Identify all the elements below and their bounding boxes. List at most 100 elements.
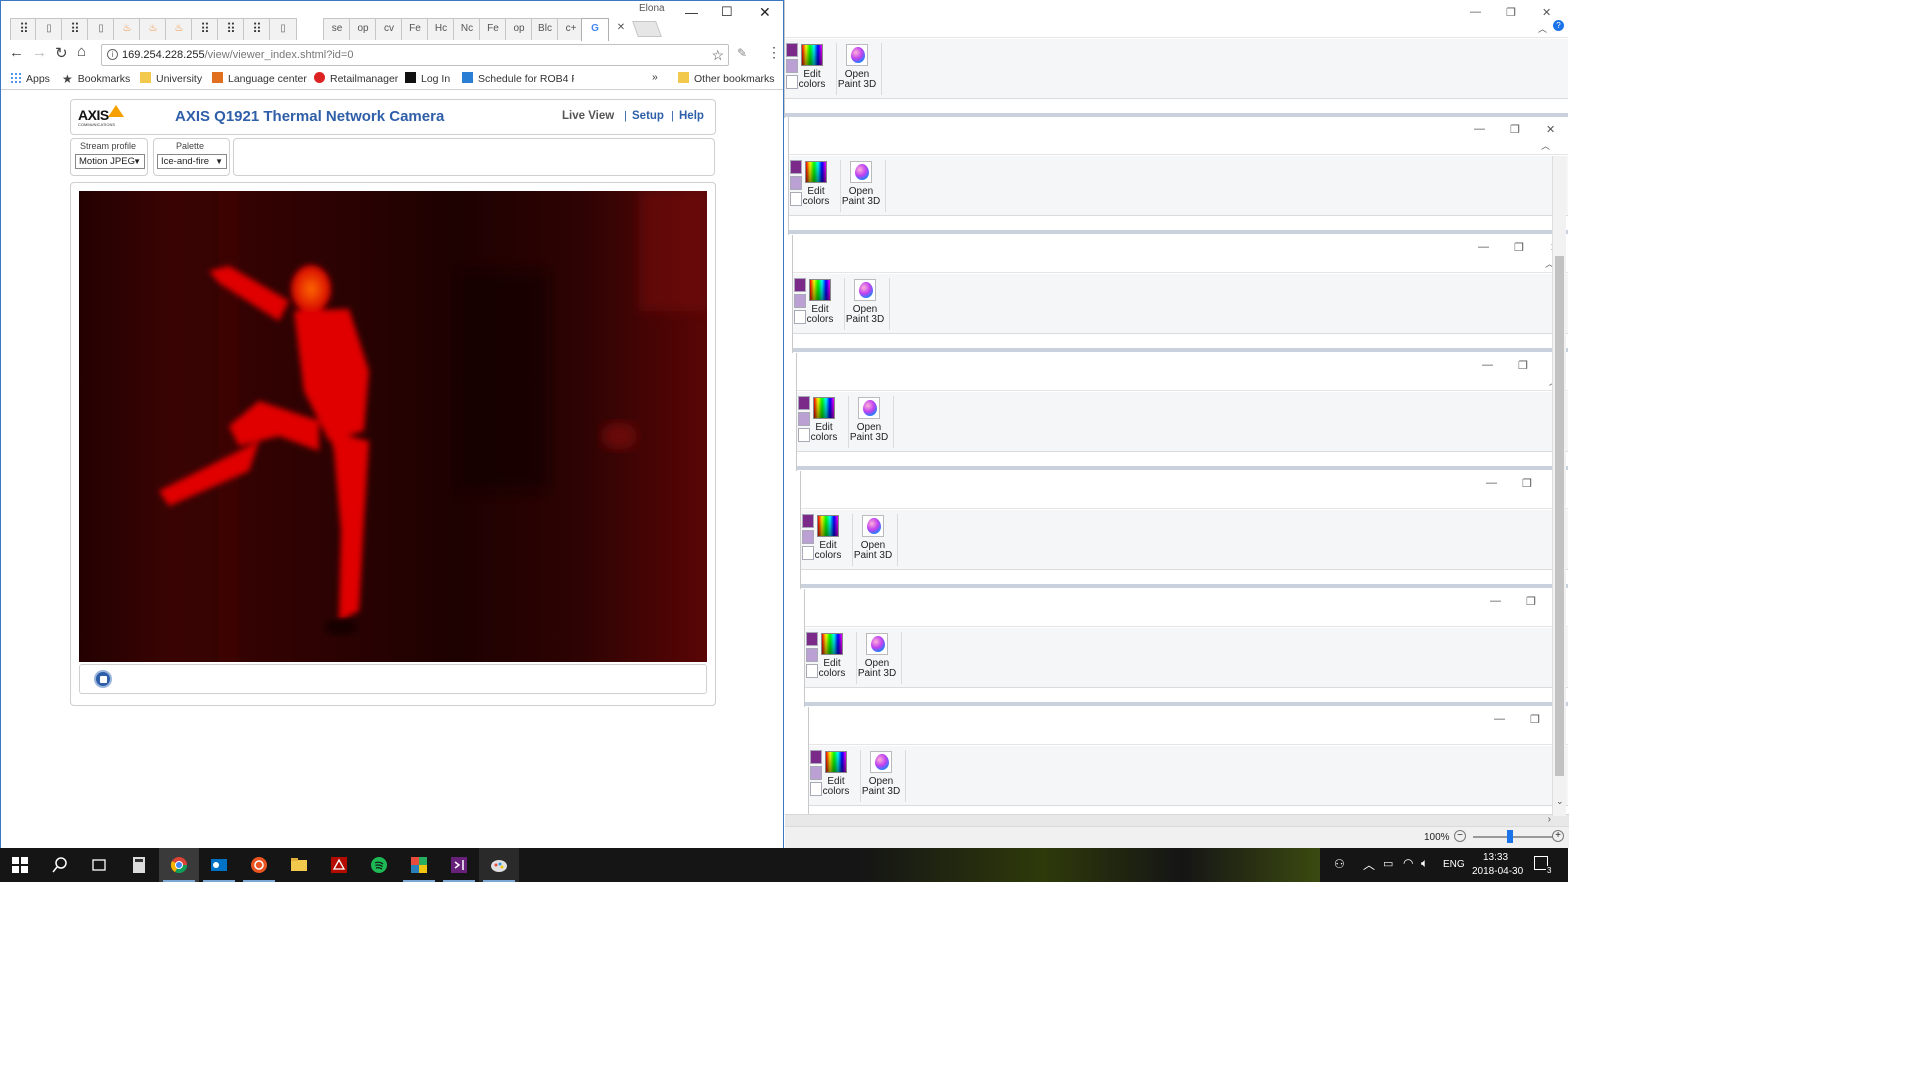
bookmark-retailmanager[interactable]: Retailmanager xyxy=(314,72,398,85)
taskbar-app-tiles[interactable] xyxy=(399,848,439,882)
browser-tab[interactable]: ♨ xyxy=(165,18,193,40)
browser-tab[interactable]: Fe xyxy=(401,18,429,40)
open-paint3d-button[interactable]: Open Paint 3D xyxy=(847,394,891,450)
paint-titlebar[interactable]: — ❐ ✕ ︿ xyxy=(793,235,1568,273)
paint-window-5[interactable]: — ❐ Edit colors Open Paint 3D xyxy=(800,471,1568,589)
paint-titlebar[interactable]: — ❐ xyxy=(809,707,1568,745)
clock-time[interactable]: 13:33 xyxy=(1483,852,1508,863)
reload-icon[interactable]: ↻ xyxy=(55,44,68,62)
battery-icon[interactable]: ▭ xyxy=(1383,857,1393,870)
taskbar-visual-studio[interactable] xyxy=(439,848,479,882)
browser-tab[interactable]: cv xyxy=(375,18,403,40)
paint-window-4[interactable]: — ❐ ︿ Editcolors OpenPaint 3D xyxy=(796,353,1568,471)
stop-button[interactable] xyxy=(94,670,112,688)
nav-live-view[interactable]: Live View xyxy=(562,110,614,122)
edit-colors-button[interactable]: Edit colors xyxy=(810,630,854,686)
taskbar-chrome[interactable] xyxy=(159,848,199,882)
taskbar-acrobat[interactable] xyxy=(319,848,359,882)
chrome-window[interactable]: ⠿ ▯ ⠿ ▯ ♨ ♨ ♨ ⠿ ⠿ ⠿ ▯ se op cv Fe Hc Nc Fe op Blc c+ G ✕ Elona… xyxy=(0,0,784,849)
taskbar-ubuntu[interactable] xyxy=(239,848,279,882)
start-button[interactable] xyxy=(0,848,40,882)
profile-name[interactable]: Elona xyxy=(639,3,665,14)
paint-titlebar[interactable]: — ❐ ✕ ︿ xyxy=(789,117,1568,155)
horizontal-scrollbar[interactable]: › xyxy=(785,814,1569,826)
info-icon[interactable]: i xyxy=(107,49,118,60)
zoom-in-button[interactable]: + xyxy=(1552,830,1564,842)
show-hidden-icons[interactable]: ︿ xyxy=(1363,856,1375,873)
forward-icon[interactable]: → xyxy=(32,44,47,61)
nav-help[interactable]: Help xyxy=(679,110,704,122)
open-paint3d-button[interactable]: Open Paint 3D xyxy=(835,41,879,97)
paint-titlebar[interactable]: — ❐ xyxy=(805,589,1568,627)
vertical-scrollbar[interactable]: ⌄ xyxy=(1552,156,1566,816)
close-button[interactable]: ✕ xyxy=(1546,123,1555,136)
browser-tab[interactable]: G xyxy=(581,18,609,41)
paint-window-6[interactable]: — ❐ Edit colors Open Paint 3D xyxy=(804,589,1568,707)
minimize-button[interactable]: — xyxy=(1490,595,1501,607)
collapse-ribbon-icon[interactable]: ︿ xyxy=(1538,22,1547,35)
menu-icon[interactable]: ⋮ xyxy=(767,44,781,61)
taskbar-outlook[interactable] xyxy=(199,848,239,882)
browser-tab[interactable]: ▯ xyxy=(87,18,115,40)
browser-tab[interactable]: ♨ xyxy=(113,18,141,40)
edit-colors-button[interactable]: Edit colors xyxy=(806,512,850,568)
browser-tab[interactable]: se xyxy=(323,18,351,40)
restore-button[interactable]: ❐ xyxy=(1510,123,1520,136)
open-paint3d-button[interactable]: Open Paint 3D xyxy=(859,748,903,804)
browser-tab[interactable]: Nc xyxy=(453,18,481,40)
thermal-video-stream[interactable] xyxy=(79,191,707,662)
minimize-button[interactable]: — xyxy=(1470,6,1481,18)
new-tab-button[interactable] xyxy=(632,21,662,37)
open-paint3d-button[interactable]: Open Paint 3D xyxy=(855,630,899,686)
address-bar[interactable]: i 169.254.228.255/view/viewer_index.shtm… xyxy=(101,44,729,66)
paint-titlebar[interactable]: — ❐ ︿ xyxy=(797,353,1568,391)
open-paint3d-button[interactable]: Open Paint 3D xyxy=(851,512,895,568)
browser-tab[interactable]: ⠿ xyxy=(243,18,271,40)
bookmark-language-center[interactable]: Language center xyxy=(212,72,307,85)
browser-tab[interactable]: op xyxy=(349,18,377,40)
paint-window-2[interactable]: — ❐ ✕ ︿ Edit colors Open Paint 3D xyxy=(788,117,1568,235)
zoom-out-button[interactable]: − xyxy=(1454,830,1466,842)
zoom-slider[interactable] xyxy=(1473,836,1553,838)
close-tab-icon[interactable]: ✕ xyxy=(607,18,635,40)
open-paint3d-button[interactable]: Open Paint 3D xyxy=(839,158,883,214)
stream-profile-select[interactable]: Motion JPEG ▼ xyxy=(75,154,145,169)
bookmark-bookmarks[interactable]: ★ Bookmarks xyxy=(62,72,130,86)
close-button[interactable]: ✕ xyxy=(759,4,771,21)
nav-setup[interactable]: Setup xyxy=(632,110,664,122)
browser-tab[interactable]: ⠿ xyxy=(61,18,89,40)
edit-colors-button[interactable]: Edit colors xyxy=(794,158,838,214)
restore-button[interactable]: ❐ xyxy=(1526,595,1536,608)
restore-button[interactable]: ❐ xyxy=(1522,477,1532,490)
minimize-button[interactable]: — xyxy=(1482,359,1493,371)
extension-icon[interactable]: ✎ xyxy=(737,46,751,60)
bookmark-log-in[interactable]: Log In xyxy=(405,72,450,85)
axis-logo[interactable]: AXIS COMMUNICATIONS xyxy=(78,105,130,129)
volume-icon[interactable]: 🔈︎ xyxy=(1421,856,1428,871)
browser-tab[interactable]: Blc xyxy=(531,18,559,40)
taskbar-calculator[interactable] xyxy=(119,848,159,882)
bookmark-star-icon[interactable]: ☆ xyxy=(711,45,724,65)
scroll-right-icon[interactable]: › xyxy=(1548,814,1551,825)
scrollbar-thumb[interactable] xyxy=(1555,256,1564,776)
paint-window-7[interactable]: — ❐ Edit colors Open Paint 3D › 100% − + xyxy=(785,707,1569,848)
browser-tab[interactable]: Hc xyxy=(427,18,455,40)
people-icon[interactable]: ⚇ xyxy=(1334,857,1345,871)
bookmarks-overflow-icon[interactable]: » xyxy=(652,71,658,83)
paint-titlebar[interactable]: — ❐ ✕ ︿ ? xyxy=(785,0,1568,38)
restore-button[interactable]: ❐ xyxy=(1518,359,1528,372)
browser-tab[interactable]: ♨ xyxy=(139,18,167,40)
maximize-button[interactable]: ☐ xyxy=(721,4,733,20)
taskbar-file-explorer[interactable] xyxy=(279,848,319,882)
minimize-button[interactable]: — xyxy=(1474,123,1485,135)
edit-colors-button[interactable]: Edit colors xyxy=(814,748,858,804)
paint-window-3[interactable]: — ❐ ✕ ︿ Editcolors OpenPaint 3D xyxy=(792,235,1568,353)
clock-date[interactable]: 2018-04-30 xyxy=(1472,866,1523,877)
browser-tab[interactable]: Fe xyxy=(479,18,507,40)
help-icon[interactable]: ? xyxy=(1553,20,1564,31)
browser-tab[interactable]: ⠿ xyxy=(191,18,219,40)
restore-button[interactable]: ❐ xyxy=(1530,713,1540,726)
scroll-down-icon[interactable]: ⌄ xyxy=(1556,796,1564,807)
edit-colors-button[interactable]: Edit colors xyxy=(802,394,846,450)
browser-tab[interactable]: op xyxy=(505,18,533,40)
